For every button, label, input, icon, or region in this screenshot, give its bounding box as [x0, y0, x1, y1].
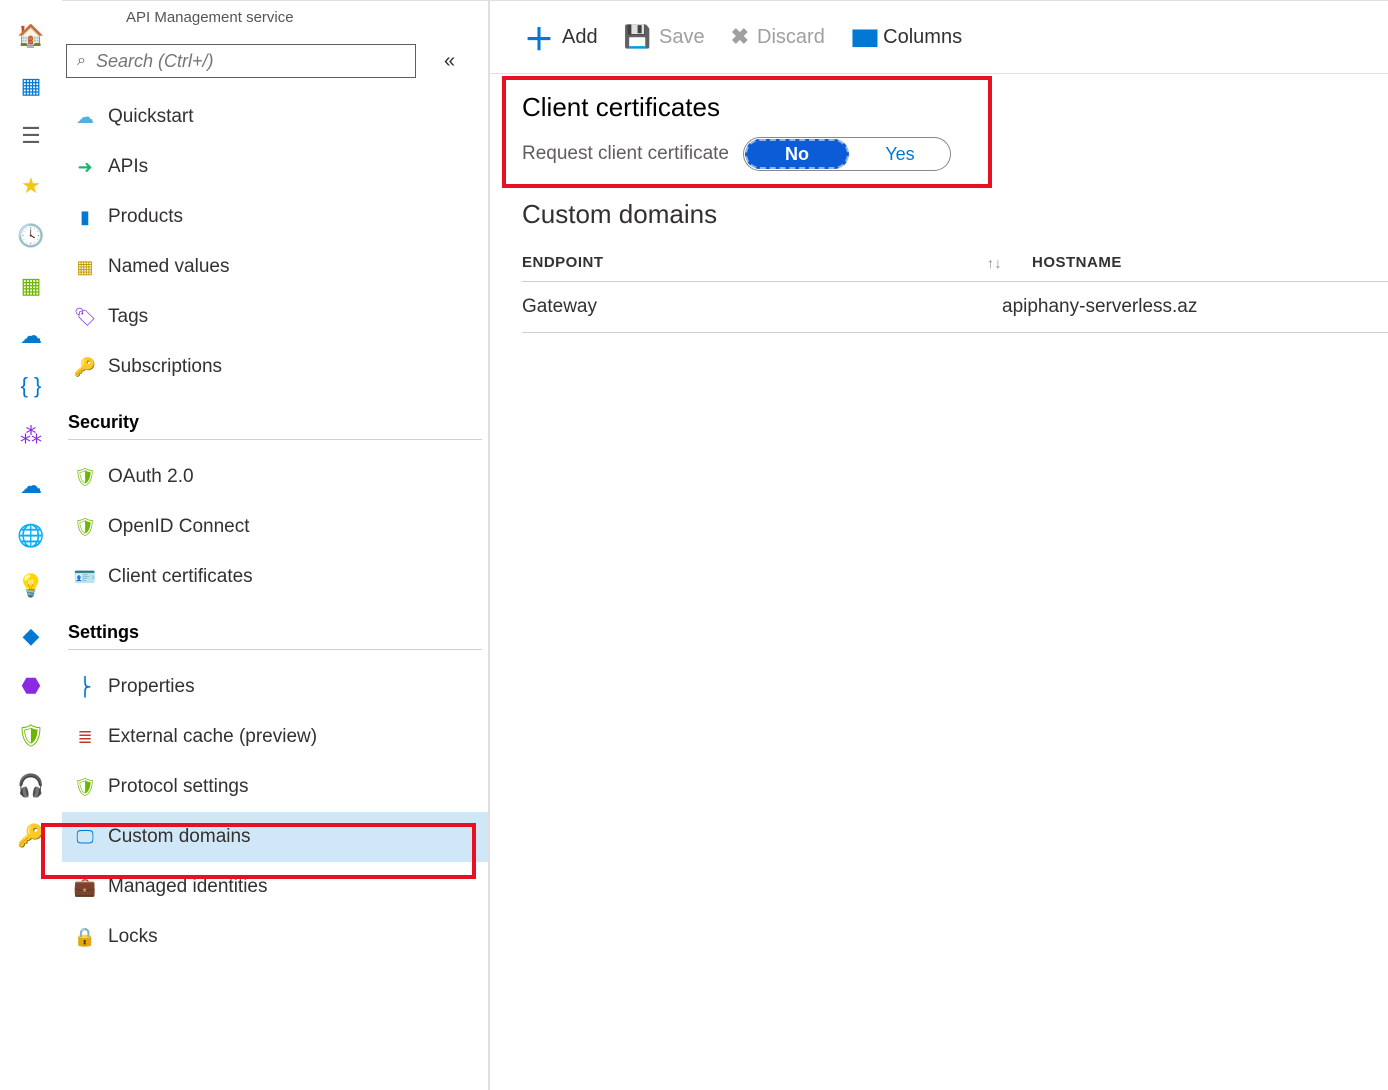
nav-external-cache[interactable]: ≣External cache (preview) [62, 712, 488, 762]
nav-subscriptions[interactable]: 🔑Subscriptions [62, 342, 488, 392]
nav-settings: ⎬Properties ≣External cache (preview) 🛡P… [62, 656, 488, 962]
cell-hostname: apiphany-serverless.az [1002, 296, 1197, 318]
nav-label: Managed identities [108, 876, 268, 898]
shield-icon[interactable]: 🛡 [17, 722, 45, 750]
cloud-icon[interactable]: ☁ [17, 322, 45, 350]
section-divider [68, 649, 482, 650]
domains-table-header: ENDPOINT ↑↓ HOSTNAME [522, 254, 1388, 282]
nav-label: External cache (preview) [108, 726, 317, 748]
nav-label: Quickstart [108, 106, 194, 128]
section-security-title: Security [68, 412, 488, 433]
nav-label: Locks [108, 926, 158, 948]
add-button[interactable]: ＋ Add [524, 15, 598, 59]
button-label: Add [562, 26, 598, 49]
nav-client-certificates[interactable]: 🪪Client certificates [62, 552, 488, 602]
nav-products[interactable]: ▮Products [62, 192, 488, 242]
sidebar: API Management service ⌕ « ☁Quickstart ➜… [62, 0, 488, 1090]
save-button[interactable]: 💾 Save [624, 24, 705, 50]
sort-icon[interactable]: ↑↓ [987, 255, 1002, 271]
nav-label: Custom domains [108, 826, 251, 848]
nav-quickstart[interactable]: ☁Quickstart [62, 92, 488, 142]
request-client-cert-label: Request client certificate [522, 143, 729, 165]
discard-button[interactable]: ✖ Discard [731, 24, 825, 50]
nav-properties[interactable]: ⎬Properties [62, 662, 488, 712]
key-icon[interactable]: 🔑 [17, 822, 45, 850]
collapse-sidebar-icon[interactable]: « [444, 50, 455, 73]
discard-icon: ✖ [731, 24, 749, 50]
cell-endpoint: Gateway [522, 296, 1002, 318]
columns-icon: ▮▮▮ [851, 24, 875, 50]
nav-label: APIs [108, 156, 148, 178]
diamond-icon[interactable]: ◆ [17, 622, 45, 650]
nav-openid[interactable]: 🛡OpenID Connect [62, 502, 488, 552]
client-certificates-heading: Client certificates [522, 92, 1388, 123]
nav-label: Tags [108, 306, 148, 328]
clock-icon[interactable]: 🕓 [17, 222, 45, 250]
nav-label: Protocol settings [108, 776, 248, 798]
button-label: Save [659, 26, 705, 49]
code-icon[interactable]: { } [17, 372, 45, 400]
nav-label: Named values [108, 256, 229, 278]
nav-label: OpenID Connect [108, 516, 250, 538]
upload-icon[interactable]: ☁ [17, 472, 45, 500]
badge-icon[interactable]: ⬣ [17, 672, 45, 700]
table-row[interactable]: Gateway apiphany-serverless.az [522, 282, 1388, 333]
nav-label: Client certificates [108, 566, 253, 588]
support-icon[interactable]: 🎧 [17, 772, 45, 800]
col-hostname[interactable]: HOSTNAME [1032, 254, 1122, 271]
nav-apis[interactable]: ➜APIs [62, 142, 488, 192]
nav-label: Properties [108, 676, 195, 698]
client-cert-toggle[interactable]: No Yes [743, 137, 951, 171]
plus-icon: ＋ [524, 15, 554, 59]
section-settings-title: Settings [68, 622, 488, 643]
toggle-no[interactable]: No [745, 139, 849, 169]
col-endpoint[interactable]: ENDPOINT [522, 254, 604, 271]
nav-oauth[interactable]: 🛡OAuth 2.0 [62, 452, 488, 502]
idea-icon[interactable]: 💡 [17, 572, 45, 600]
search-input-wrapper[interactable]: ⌕ [66, 44, 416, 78]
nav-tags[interactable]: 🏷Tags [62, 292, 488, 342]
nav-named-values[interactable]: ▦Named values [62, 242, 488, 292]
button-label: Discard [757, 26, 825, 49]
nav-managed-identities[interactable]: 💼Managed identities [62, 862, 488, 912]
globe-icon[interactable]: 🌐 [17, 522, 45, 550]
nav-locks[interactable]: 🔒Locks [62, 912, 488, 962]
save-icon: 💾 [624, 24, 651, 50]
left-icon-rail: 🏠 ▦ ☰ ★ 🕓 ▦ ☁ { } ⁂ ☁ 🌐 💡 ◆ ⬣ 🛡 🎧 🔑 [0, 0, 62, 1090]
nav-label: OAuth 2.0 [108, 466, 194, 488]
cluster-icon[interactable]: ⁂ [17, 422, 45, 450]
button-label: Columns [883, 26, 962, 49]
custom-domains-heading: Custom domains [522, 199, 1388, 230]
search-input[interactable] [96, 51, 405, 72]
service-type-label: API Management service [126, 9, 488, 26]
home-icon[interactable]: 🏠 [17, 22, 45, 50]
toolbar: ＋ Add 💾 Save ✖ Discard ▮▮▮ Columns [490, 1, 1388, 74]
list-icon[interactable]: ☰ [17, 122, 45, 150]
star-icon[interactable]: ★ [17, 172, 45, 200]
grid-icon[interactable]: ▦ [17, 272, 45, 300]
nav-label: Products [108, 206, 183, 228]
main-pane: ＋ Add 💾 Save ✖ Discard ▮▮▮ Columns Client ce… [488, 0, 1388, 1090]
search-icon: ⌕ [77, 52, 86, 70]
section-divider [68, 439, 482, 440]
dashboard-icon[interactable]: ▦ [17, 72, 45, 100]
nav-custom-domains[interactable]: 🖵Custom domains [62, 812, 488, 862]
nav-protocol-settings[interactable]: 🛡Protocol settings [62, 762, 488, 812]
columns-button[interactable]: ▮▮▮ Columns [851, 24, 962, 50]
nav-main: ☁Quickstart ➜APIs ▮Products ▦Named value… [62, 86, 488, 392]
nav-label: Subscriptions [108, 356, 222, 378]
nav-security: 🛡OAuth 2.0 🛡OpenID Connect 🪪Client certi… [62, 446, 488, 602]
toggle-yes[interactable]: Yes [850, 138, 950, 170]
